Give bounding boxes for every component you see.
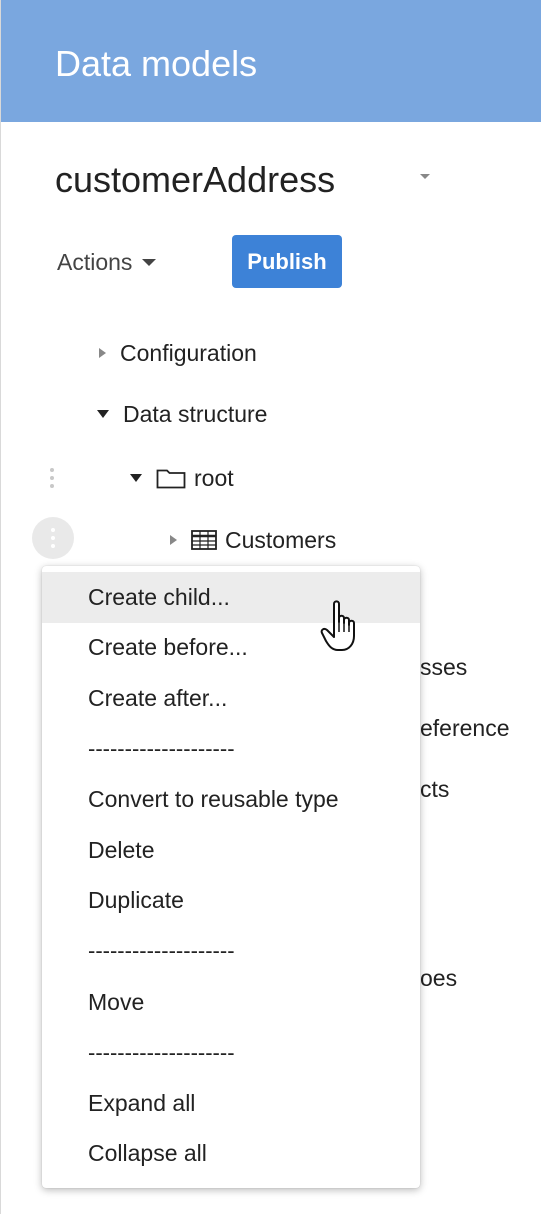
actions-label: Actions	[57, 248, 133, 275]
tree-item-fragment: oes	[420, 965, 458, 991]
tree-item-label: Customers	[225, 526, 337, 553]
menu-separator: --------------------	[88, 1039, 235, 1065]
tree-item-root[interactable]: root	[130, 460, 234, 496]
menu-item-create-before[interactable]: Create before...	[42, 623, 420, 674]
menu-item-move[interactable]: Move	[42, 977, 420, 1028]
menu-item-expand-all[interactable]: Expand all	[42, 1078, 420, 1129]
tree-item-fragment: sses	[420, 654, 468, 680]
menu-item-collapse-all[interactable]: Collapse all	[42, 1129, 420, 1180]
context-menu: Create child... Create before... Create …	[42, 566, 420, 1188]
menu-separator: --------------------	[88, 938, 235, 964]
chevron-down-icon[interactable]	[420, 174, 430, 179]
menu-item-create-after[interactable]: Create after...	[42, 673, 420, 724]
tree-item-data-structure[interactable]: Data structure	[97, 396, 267, 432]
tree-item-configuration[interactable]: Configuration	[99, 335, 257, 371]
menu-item-duplicate[interactable]: Duplicate	[42, 876, 420, 927]
kebab-icon[interactable]	[47, 462, 57, 494]
page-title: Data models	[55, 43, 258, 84]
menu-separator: --------------------	[88, 736, 235, 762]
publish-button[interactable]: Publish	[232, 235, 342, 288]
tree-item-customers[interactable]: Customers	[170, 522, 336, 558]
folder-icon	[156, 469, 186, 489]
header: Data models	[1, 0, 541, 122]
triangle-down-icon[interactable]	[130, 474, 142, 482]
data-models-panel: Data models customerAddress Actions Publ…	[0, 0, 541, 1214]
menu-item-delete[interactable]: Delete	[42, 825, 420, 876]
caret-down-icon	[142, 258, 157, 266]
actions-button[interactable]: Actions	[57, 238, 157, 286]
model-name[interactable]: customerAddress	[55, 158, 335, 202]
triangle-right-icon[interactable]	[99, 348, 106, 358]
tree-item-label: Configuration	[120, 339, 257, 366]
tree-item-label: Data structure	[123, 400, 268, 427]
menu-item-create-child[interactable]: Create child...	[42, 572, 420, 623]
tree-item-label: root	[194, 464, 234, 491]
tree-item-fragment: cts	[420, 776, 450, 802]
hand-pointer-icon	[320, 600, 355, 651]
menu-item-convert-reusable[interactable]: Convert to reusable type	[42, 774, 420, 825]
kebab-icon[interactable]	[32, 517, 74, 559]
tree-item-fragment: eference	[420, 715, 510, 741]
table-icon	[191, 530, 217, 550]
triangle-down-icon[interactable]	[97, 410, 109, 418]
triangle-right-icon[interactable]	[170, 535, 177, 545]
